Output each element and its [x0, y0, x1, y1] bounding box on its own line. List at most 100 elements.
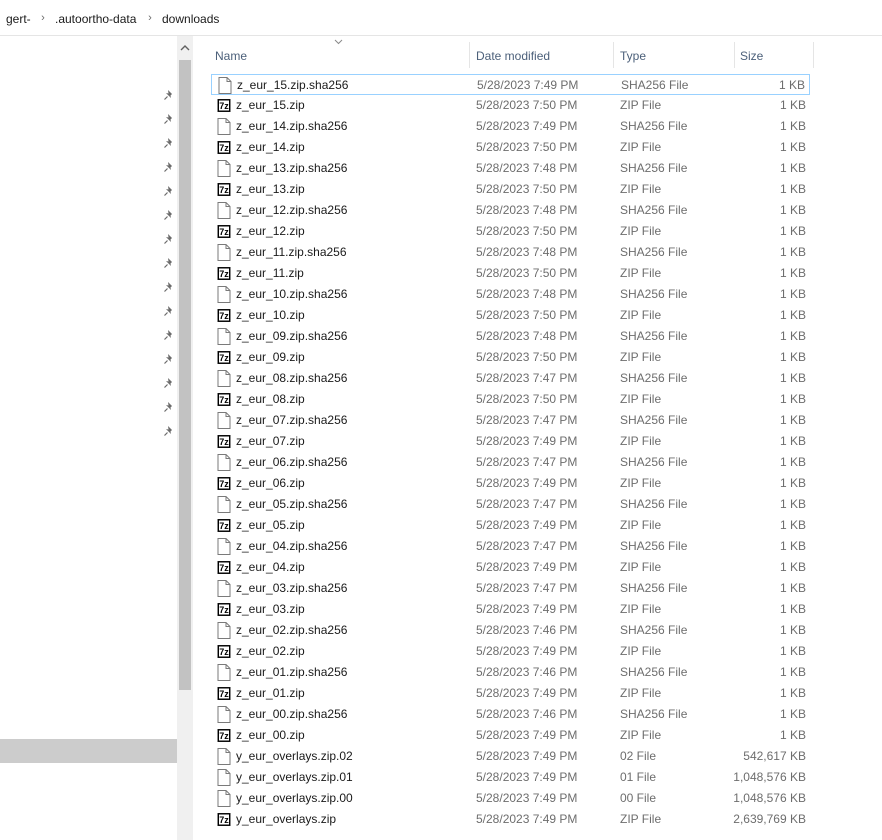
file-row[interactable]: 7z z_eur_07.zip 5/28/2023 7:49 PM ZIP File 1…	[211, 431, 810, 452]
file-row[interactable]: 7z z_eur_10.zip 5/28/2023 7:50 PM ZIP File 1…	[211, 305, 810, 326]
pin-icon[interactable]	[163, 305, 175, 317]
file-name: y_eur_overlays.zip.00	[236, 791, 353, 805]
file-row[interactable]: y_eur_overlays.zip.02 5/28/2023 7:49 PM 02…	[211, 746, 810, 767]
pin-icon[interactable]	[163, 401, 175, 413]
breadcrumb-item-user[interactable]: gert-	[6, 12, 31, 26]
file-row[interactable]: 7z z_eur_06.zip 5/28/2023 7:49 PM ZIP File 1…	[211, 473, 810, 494]
file-row[interactable]: z_eur_02.zip.sha256 5/28/2023 7:46 PM SHA2…	[211, 620, 810, 641]
file-date-modified: 5/28/2023 7:48 PM	[476, 287, 578, 301]
file-row[interactable]: z_eur_07.zip.sha256 5/28/2023 7:47 PM SHA2…	[211, 410, 810, 431]
file-row[interactable]: z_eur_04.zip.sha256 5/28/2023 7:47 PM SHA2…	[211, 536, 810, 557]
pin-icon[interactable]	[163, 353, 175, 365]
file-name: y_eur_overlays.zip	[236, 812, 337, 826]
generic-file-icon	[217, 622, 231, 639]
pin-icon[interactable]	[163, 185, 175, 197]
generic-file-icon	[217, 118, 231, 135]
file-date-modified: 5/28/2023 7:47 PM	[476, 371, 578, 385]
pin-icon[interactable]	[163, 209, 175, 221]
address-bar[interactable]: gert- › .autoortho-data › downloads	[0, 0, 882, 36]
pin-icon[interactable]	[163, 281, 175, 293]
file-row[interactable]: z_eur_14.zip.sha256 5/28/2023 7:49 PM SHA2…	[211, 116, 810, 137]
column-header-size[interactable]: Size	[734, 40, 814, 70]
file-size: 1 KB	[779, 392, 806, 406]
7zip-archive-icon: 7z	[217, 351, 231, 364]
file-size: 1 KB	[779, 434, 806, 448]
chevron-right-icon[interactable]: ›	[144, 12, 156, 24]
file-date-modified: 5/28/2023 7:50 PM	[476, 350, 578, 364]
generic-file-icon	[217, 538, 231, 555]
file-row[interactable]: z_eur_10.zip.sha256 5/28/2023 7:48 PM SHA2…	[211, 284, 810, 305]
file-row[interactable]: 7z z_eur_09.zip 5/28/2023 7:50 PM ZIP File 1…	[211, 347, 810, 368]
nav-scrollbar-thumb[interactable]	[179, 60, 191, 690]
file-row[interactable]: 7z z_eur_03.zip 5/28/2023 7:49 PM ZIP File 1…	[211, 599, 810, 620]
file-date-modified: 5/28/2023 7:49 PM	[476, 560, 578, 574]
column-header-type[interactable]: Type	[614, 40, 734, 70]
pin-icon[interactable]	[163, 233, 175, 245]
file-date-modified: 5/28/2023 7:49 PM	[477, 78, 579, 92]
file-row[interactable]: 7z z_eur_13.zip 5/28/2023 7:50 PM ZIP File 1…	[211, 179, 810, 200]
file-row[interactable]: 7z z_eur_12.zip 5/28/2023 7:50 PM ZIP File 1…	[211, 221, 810, 242]
svg-text:7z: 7z	[219, 689, 229, 699]
file-row[interactable]: 7z z_eur_01.zip 5/28/2023 7:49 PM ZIP File 1…	[211, 683, 810, 704]
nav-selected-item[interactable]	[0, 739, 177, 763]
pin-icon[interactable]	[163, 161, 175, 173]
pin-icon[interactable]	[163, 329, 175, 341]
file-row[interactable]: y_eur_overlays.zip.01 5/28/2023 7:49 PM 01…	[211, 767, 810, 788]
column-header-name[interactable]: Name	[209, 40, 469, 70]
file-row[interactable]: y_eur_overlays.zip.00 5/28/2023 7:49 PM 00…	[211, 788, 810, 809]
pin-icon[interactable]	[163, 137, 175, 149]
file-row[interactable]: 7z z_eur_08.zip 5/28/2023 7:50 PM ZIP File 1…	[211, 389, 810, 410]
file-row[interactable]: z_eur_15.zip.sha256 5/28/2023 7:49 PM SHA2…	[211, 74, 810, 95]
file-size: 1 KB	[779, 560, 806, 574]
file-row[interactable]: z_eur_11.zip.sha256 5/28/2023 7:48 PM SHA2…	[211, 242, 810, 263]
file-row[interactable]: 7z z_eur_04.zip 5/28/2023 7:49 PM ZIP File 1…	[211, 557, 810, 578]
file-row[interactable]: 7z z_eur_02.zip 5/28/2023 7:49 PM ZIP File 1…	[211, 641, 810, 662]
file-type: SHA256 File	[620, 581, 688, 595]
file-type: 02 File	[620, 749, 657, 763]
file-row[interactable]: z_eur_06.zip.sha256 5/28/2023 7:47 PM SHA2…	[211, 452, 810, 473]
svg-text:7z: 7z	[219, 563, 229, 573]
file-date-modified: 5/28/2023 7:49 PM	[476, 686, 578, 700]
file-row[interactable]: 7z z_eur_14.zip 5/28/2023 7:50 PM ZIP File 1…	[211, 137, 810, 158]
file-row[interactable]: 7z z_eur_00.zip 5/28/2023 7:49 PM ZIP File 1…	[211, 725, 810, 746]
generic-file-icon	[217, 790, 231, 807]
file-row[interactable]: z_eur_12.zip.sha256 5/28/2023 7:48 PM SHA2…	[211, 200, 810, 221]
pin-icon[interactable]	[163, 89, 175, 101]
file-name: z_eur_00.zip	[236, 728, 305, 742]
file-size: 1 KB	[779, 350, 806, 364]
file-name: z_eur_08.zip.sha256	[236, 371, 348, 385]
navigation-pane[interactable]	[0, 36, 180, 840]
pin-icon[interactable]	[163, 257, 175, 269]
file-type: SHA256 File	[620, 371, 688, 385]
scroll-up-icon[interactable]	[179, 42, 191, 54]
chevron-right-icon[interactable]: ›	[37, 12, 49, 24]
file-type: ZIP File	[620, 812, 662, 826]
file-row[interactable]: z_eur_13.zip.sha256 5/28/2023 7:48 PM SHA2…	[211, 158, 810, 179]
file-row[interactable]: z_eur_08.zip.sha256 5/28/2023 7:47 PM SHA2…	[211, 368, 810, 389]
file-size: 1 KB	[779, 224, 806, 238]
file-row[interactable]: 7z y_eur_overlays.zip 5/28/2023 7:49 PM ZIP…	[211, 809, 810, 830]
file-date-modified: 5/28/2023 7:46 PM	[476, 665, 578, 679]
column-header-date-modified[interactable]: Date modified	[470, 40, 614, 70]
file-date-modified: 5/28/2023 7:49 PM	[476, 770, 578, 784]
7zip-archive-icon: 7z	[217, 561, 231, 574]
file-row[interactable]: 7z z_eur_11.zip 5/28/2023 7:50 PM ZIP File 1…	[211, 263, 810, 284]
pin-icon[interactable]	[163, 113, 175, 125]
nav-scrollbar[interactable]	[177, 36, 193, 840]
file-row[interactable]: z_eur_03.zip.sha256 5/28/2023 7:47 PM SHA2…	[211, 578, 810, 599]
file-type: 01 File	[620, 770, 657, 784]
file-type: SHA256 File	[620, 539, 688, 553]
file-type: SHA256 File	[620, 413, 688, 427]
breadcrumb-item-downloads[interactable]: downloads	[162, 12, 219, 26]
pin-icon[interactable]	[163, 377, 175, 389]
svg-text:7z: 7z	[219, 353, 229, 363]
file-row[interactable]: z_eur_05.zip.sha256 5/28/2023 7:47 PM SHA2…	[211, 494, 810, 515]
file-row[interactable]: z_eur_09.zip.sha256 5/28/2023 7:48 PM SHA2…	[211, 326, 810, 347]
breadcrumb-item-autoortho-data[interactable]: .autoortho-data	[55, 12, 136, 26]
file-row[interactable]: z_eur_00.zip.sha256 5/28/2023 7:46 PM SHA2…	[211, 704, 810, 725]
generic-file-icon	[217, 664, 231, 681]
pin-icon[interactable]	[163, 425, 175, 437]
file-row[interactable]: 7z z_eur_05.zip 5/28/2023 7:49 PM ZIP File 1…	[211, 515, 810, 536]
file-row[interactable]: z_eur_01.zip.sha256 5/28/2023 7:46 PM SHA2…	[211, 662, 810, 683]
file-row[interactable]: 7z z_eur_15.zip 5/28/2023 7:50 PM ZIP File 1…	[211, 95, 810, 116]
